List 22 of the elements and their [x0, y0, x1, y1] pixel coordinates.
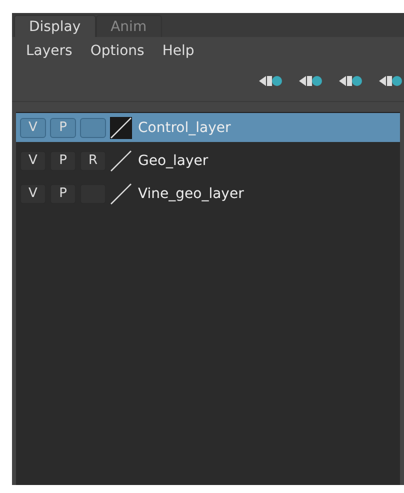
layer-row[interactable]: V P Vine_geo_layer — [16, 179, 400, 208]
tab[interactable]: Display — [14, 15, 96, 37]
layer-row[interactable]: V P R Geo_layer — [16, 146, 400, 175]
playback-toggle[interactable]: P — [50, 150, 76, 170]
display-type-toggle[interactable]: R — [80, 150, 106, 170]
color-swatch-icon[interactable] — [110, 116, 132, 138]
playback-toggle[interactable]: P — [50, 184, 76, 204]
menu-item[interactable]: Options — [90, 43, 144, 65]
menu-item[interactable]: Layers — [26, 43, 72, 65]
layer-name: Control_layer — [138, 120, 231, 136]
visibility-toggle[interactable]: V — [20, 184, 46, 204]
layer-name: Geo_layer — [138, 152, 208, 168]
diagonal-line-icon[interactable] — [110, 182, 132, 204]
layer-arrow-icon[interactable] — [338, 75, 364, 87]
layer-name: Vine_geo_layer — [138, 186, 244, 202]
display-type-toggle[interactable] — [80, 118, 106, 138]
visibility-toggle[interactable]: V — [20, 150, 46, 170]
layer-arrow-icon[interactable] — [258, 75, 284, 87]
layer-arrow-icon[interactable] — [298, 75, 324, 87]
diagonal-line-icon[interactable] — [110, 150, 132, 172]
menu-item[interactable]: Help — [162, 43, 194, 65]
layer-arrow-icon[interactable] — [378, 75, 404, 87]
